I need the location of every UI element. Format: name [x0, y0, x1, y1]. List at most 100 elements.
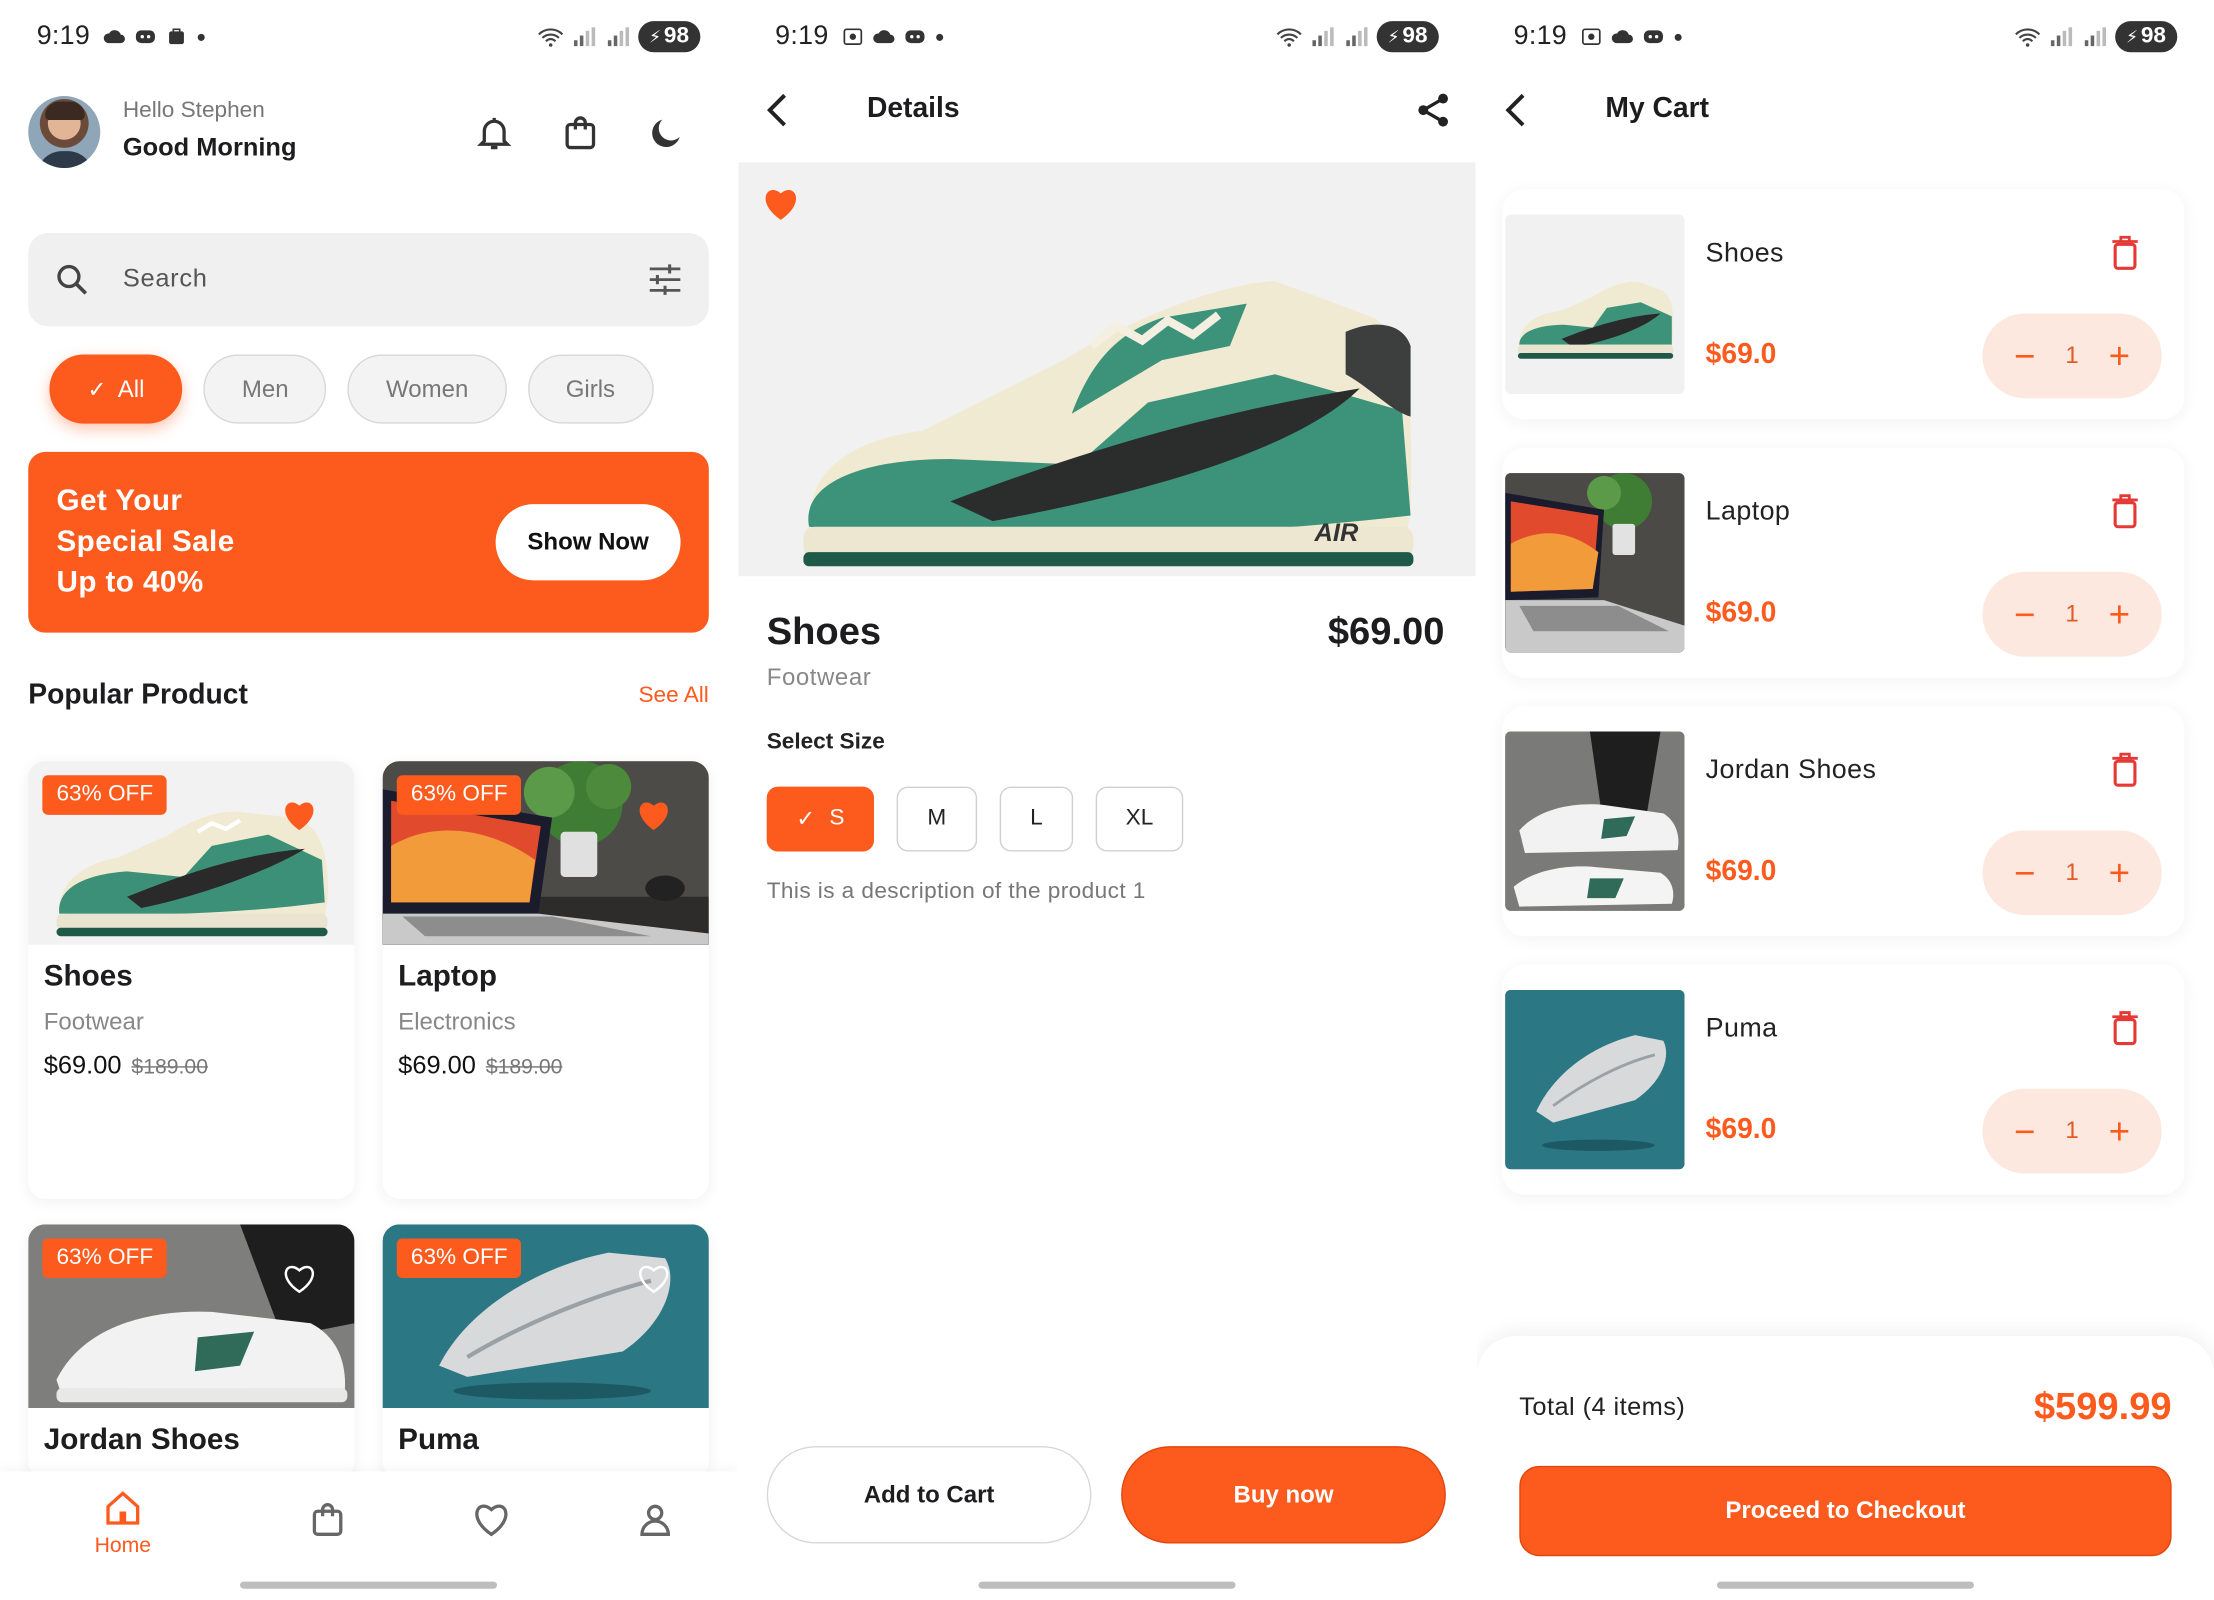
product-price: $69.00: [1327, 610, 1445, 653]
share-icon[interactable]: [1413, 90, 1453, 130]
cart-item-image: [1505, 989, 1685, 1170]
signal-icon: [1312, 27, 1334, 47]
nav-cart[interactable]: [285, 1500, 370, 1540]
decrement-button[interactable]: −: [2011, 596, 2039, 633]
cart-item[interactable]: Puma $69.0 − 1 +: [1502, 964, 2185, 1195]
charging-icon: ⚡: [1387, 26, 1400, 47]
increment-button[interactable]: +: [2105, 1113, 2133, 1150]
discord-icon: [1643, 30, 1663, 44]
hello-text: Hello Stephen: [122, 98, 265, 123]
promo-banner: Get Your Special Sale Up to 40% Show Now: [28, 451, 709, 633]
notification-dot: [935, 33, 943, 41]
search-input[interactable]: Search: [123, 264, 208, 294]
cloud-icon: [1611, 30, 1633, 44]
product-card[interactable]: 63% OFF Laptop Electronics $69.00 $189.0…: [382, 761, 709, 1199]
checkout-button[interactable]: Proceed to Checkout: [1519, 1465, 2172, 1557]
heart-filled-icon[interactable]: [281, 798, 318, 832]
product-card[interactable]: 63% OFF Shoes Footwear $69.00 $189.00: [28, 761, 355, 1199]
product-category: Footwear: [43, 1008, 144, 1036]
wifi-icon: [2014, 28, 2040, 47]
product-hero-image: AIR: [738, 162, 1476, 577]
charging-icon: ⚡: [649, 26, 662, 47]
show-now-button[interactable]: Show Now: [495, 504, 681, 581]
home-indicator: [978, 1581, 1236, 1589]
shopping-bag-icon[interactable]: [561, 113, 601, 153]
avatar[interactable]: [28, 96, 101, 169]
size-option-xl[interactable]: XL: [1095, 786, 1184, 852]
quantity-value: 1: [2065, 1117, 2079, 1144]
product-name: Shoes: [766, 610, 882, 653]
dark-mode-icon[interactable]: [647, 113, 687, 153]
greeting-text: Good Morning: [122, 132, 297, 161]
cloud-icon: [103, 30, 125, 44]
heart-outline-icon[interactable]: [635, 1261, 672, 1295]
chip-women[interactable]: Women: [347, 354, 507, 424]
heart-filled-icon[interactable]: [635, 798, 672, 832]
see-all-link[interactable]: See All: [638, 683, 708, 708]
quantity-stepper: − 1 +: [1982, 830, 2162, 916]
size-selector: ✓ S M L XL: [766, 786, 1184, 852]
trash-icon[interactable]: [2108, 234, 2142, 271]
discount-badge: 63% OFF: [42, 775, 168, 815]
quantity-stepper: − 1 +: [1982, 1088, 2162, 1174]
filter-icon[interactable]: [647, 261, 684, 298]
wifi-icon: [537, 28, 563, 47]
status-bar: 9:19 ⚡ 98: [775, 17, 1439, 57]
add-to-cart-button[interactable]: Add to Cart: [766, 1446, 1092, 1544]
increment-button[interactable]: +: [2105, 854, 2133, 891]
discord-icon: [905, 30, 925, 44]
status-bar: 9:19 ⚡ 98: [1514, 17, 2178, 57]
back-icon[interactable]: [1497, 90, 1537, 130]
nav-profile[interactable]: [613, 1500, 698, 1540]
size-option-s[interactable]: ✓ S: [766, 786, 875, 852]
signal-icon: [607, 27, 629, 47]
nav-favorites[interactable]: [449, 1500, 534, 1540]
cart-summary: Total (4 items) $599.99 Proceed to Check…: [1476, 1335, 2214, 1600]
buy-now-button[interactable]: Buy now: [1121, 1446, 1446, 1544]
product-card[interactable]: 63% OFF Jordan Shoes: [28, 1224, 355, 1479]
banner-text: Get Your Special Sale Up to 40%: [56, 484, 235, 599]
product-name: Laptop: [398, 960, 497, 993]
cart-item[interactable]: Shoes $69.0 − 1 +: [1502, 189, 2185, 420]
trash-icon[interactable]: [2108, 751, 2142, 788]
shopping-bag-icon: [312, 1503, 343, 1536]
product-card[interactable]: 63% OFF Puma: [382, 1224, 709, 1479]
chip-all[interactable]: ✓ All: [49, 354, 183, 424]
search-icon: [57, 264, 88, 295]
nav-home[interactable]: Home: [80, 1488, 165, 1558]
product-price: $69.00 $189.00: [398, 1050, 563, 1079]
search-bar[interactable]: Search: [28, 233, 709, 327]
cart-item[interactable]: Jordan Shoes $69.0 − 1 +: [1502, 706, 2185, 937]
decrement-button[interactable]: −: [2011, 1113, 2039, 1150]
select-size-label: Select Size: [766, 730, 885, 755]
chip-men[interactable]: Men: [203, 354, 327, 424]
increment-button[interactable]: +: [2105, 338, 2133, 375]
chip-girls[interactable]: Girls: [527, 354, 654, 424]
decrement-button[interactable]: −: [2011, 854, 2039, 891]
home-indicator: [240, 1581, 498, 1589]
increment-button[interactable]: +: [2105, 596, 2133, 633]
heart-outline-icon[interactable]: [281, 1261, 318, 1295]
cart-item[interactable]: Laptop $69.0 − 1 +: [1502, 447, 2185, 678]
profile-icon: [640, 1504, 670, 1536]
signal-icon: [573, 27, 595, 47]
battery-indicator: ⚡ 98: [637, 21, 701, 53]
trash-icon[interactable]: [2108, 1010, 2142, 1047]
battery-indicator: ⚡ 98: [2114, 21, 2178, 53]
decrement-button[interactable]: −: [2011, 338, 2039, 375]
home-indicator: [1716, 1581, 1974, 1589]
size-option-l[interactable]: L: [999, 786, 1074, 852]
quantity-value: 1: [2065, 341, 2079, 369]
bell-icon[interactable]: [474, 113, 514, 153]
heart-filled-icon[interactable]: [761, 185, 801, 222]
product-category: Electronics: [398, 1008, 516, 1036]
back-icon[interactable]: [758, 90, 798, 130]
product-category: Footwear: [766, 663, 872, 691]
size-option-m[interactable]: M: [896, 786, 978, 852]
trash-icon[interactable]: [2108, 493, 2142, 530]
category-chips: ✓ All Men Women Girls: [49, 354, 654, 424]
product-name: Puma: [398, 1423, 479, 1456]
cart-item-price: $69.0: [1705, 597, 1777, 629]
wifi-icon: [1276, 28, 1302, 47]
cart-item-name: Laptop: [1705, 497, 1791, 527]
